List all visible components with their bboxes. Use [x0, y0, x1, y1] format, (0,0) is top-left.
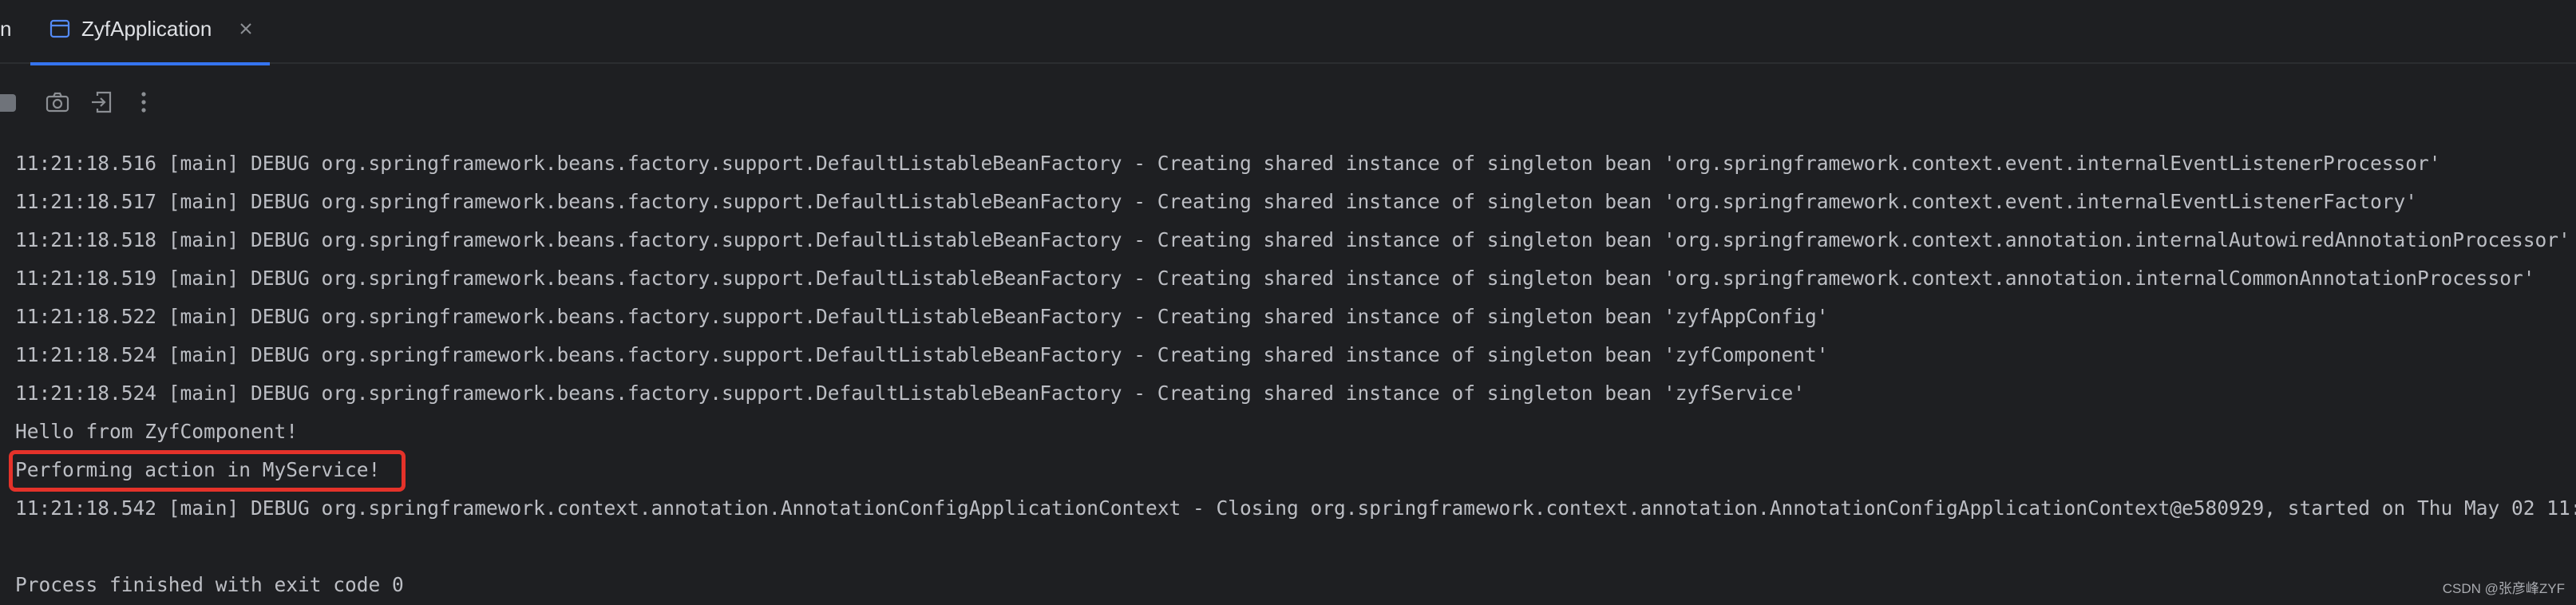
exit-icon — [89, 89, 115, 119]
exit-button[interactable] — [89, 91, 115, 117]
run-toolbar — [0, 83, 319, 125]
camera-icon — [45, 89, 70, 119]
console-line: 11:21:18.542 [main] DEBUG org.springfram… — [15, 496, 2576, 520]
application-window-icon — [49, 19, 70, 38]
console-line: 11:21:18.518 [main] DEBUG org.springfram… — [15, 228, 2570, 251]
console-line: 11:21:18.516 [main] DEBUG org.springfram… — [15, 152, 2441, 175]
stop-button[interactable] — [0, 91, 19, 117]
process-exit-message: Process finished with exit code 0 — [15, 573, 404, 596]
watermark: CSDN @张彦峰ZYF — [2442, 581, 2565, 596]
vertical-ellipsis-icon — [131, 89, 156, 119]
console-line: Hello from ZyfComponent! — [15, 420, 299, 443]
console-line: 11:21:18.519 [main] DEBUG org.springfram… — [15, 267, 2535, 290]
run-tab-bar: n ZyfApplication — [0, 0, 2576, 65]
close-icon[interactable] — [236, 19, 255, 38]
run-tool-window: n ZyfApplication 11:21:18.516 [main] DEB… — [0, 0, 2576, 605]
more-options-button[interactable] — [131, 91, 156, 117]
console-line: 11:21:18.517 [main] DEBUG org.springfram… — [15, 190, 2418, 213]
partial-tab-label[interactable]: n — [0, 16, 11, 42]
console-line: 11:21:18.524 [main] DEBUG org.springfram… — [15, 343, 1829, 366]
red-highlight-box — [9, 450, 406, 492]
active-tab-indicator — [30, 62, 270, 65]
tab-zyfapplication[interactable]: ZyfApplication — [30, 0, 270, 65]
console-line: 11:21:18.522 [main] DEBUG org.springfram… — [15, 305, 1829, 328]
screenshot-button[interactable] — [45, 91, 70, 117]
console-output[interactable]: 11:21:18.516 [main] DEBUG org.springfram… — [0, 148, 2576, 605]
tab-title: ZyfApplication — [81, 17, 212, 41]
console-line: 11:21:18.524 [main] DEBUG org.springfram… — [15, 382, 1806, 405]
stop-icon — [0, 91, 19, 117]
